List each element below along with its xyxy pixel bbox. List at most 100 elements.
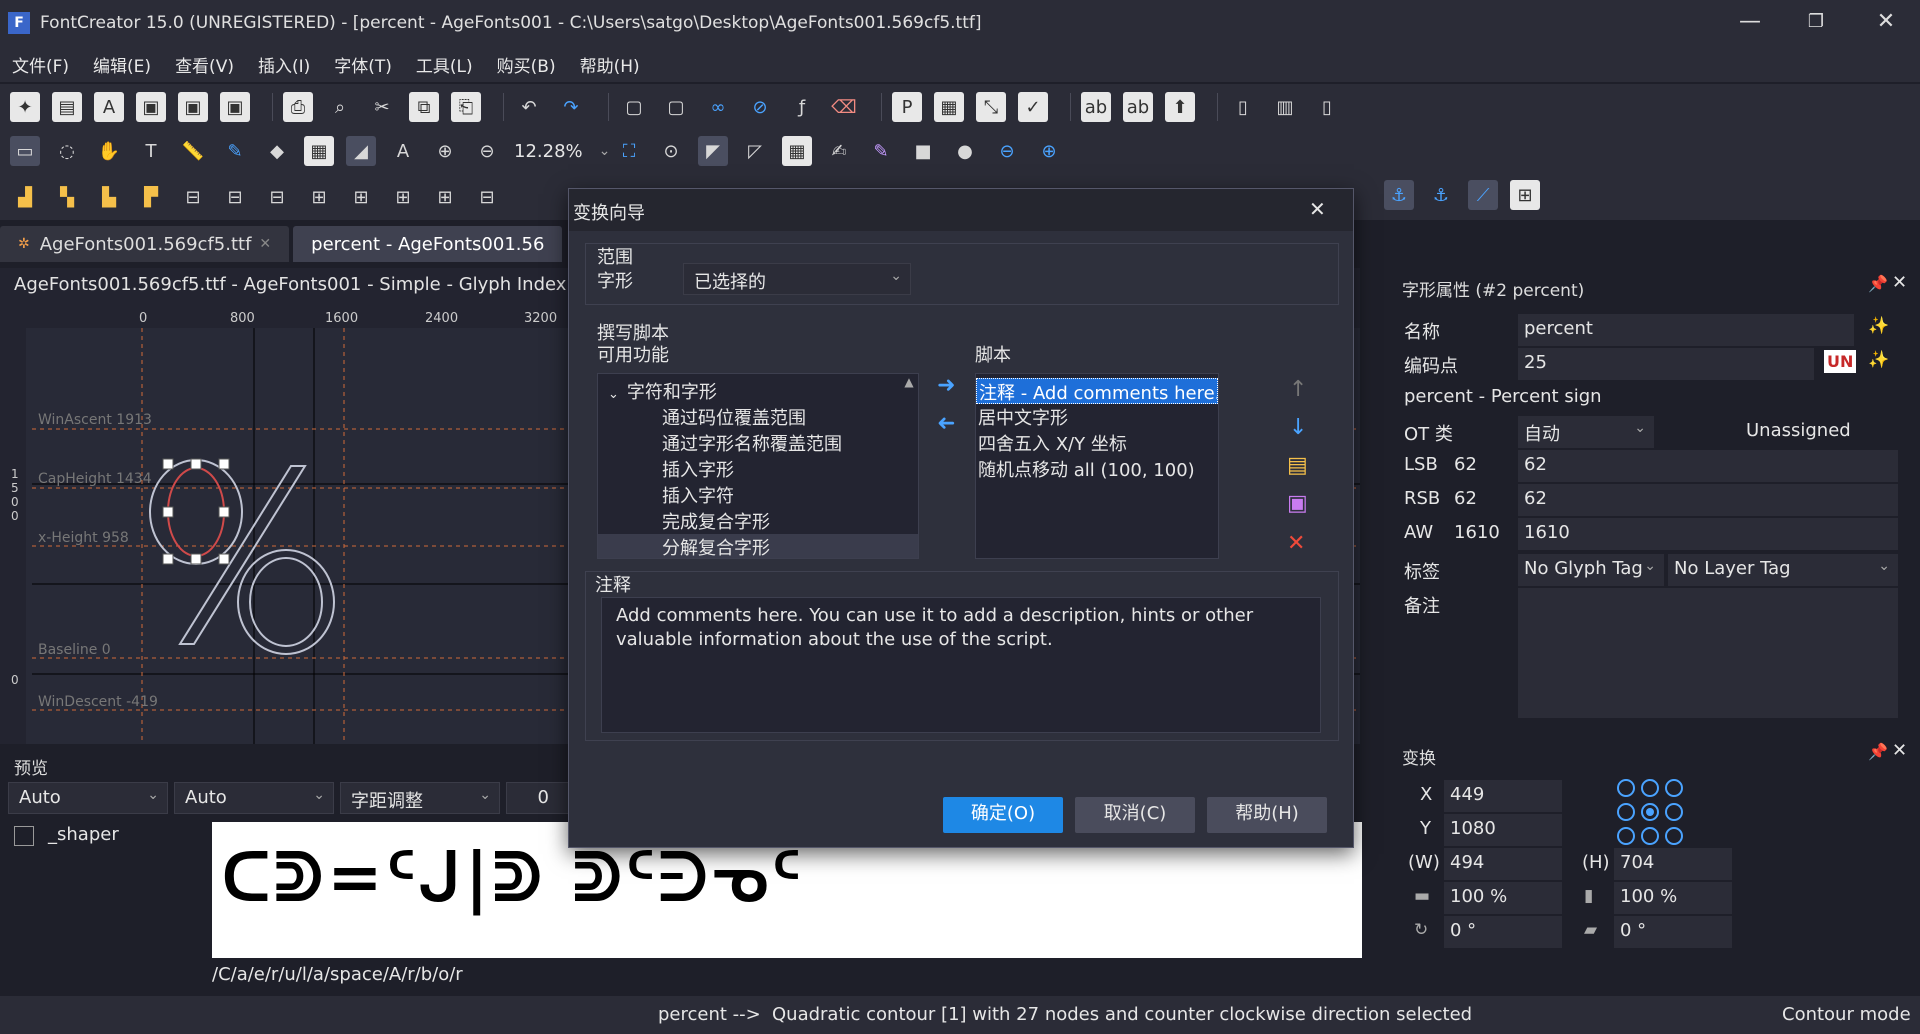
distribute-8-icon[interactable]: ⊟: [472, 182, 502, 212]
glyph-icon[interactable]: ▢: [619, 92, 649, 122]
save-script-icon[interactable]: ▣: [1287, 491, 1308, 516]
image-icon[interactable]: ▦: [934, 92, 964, 122]
save-icon[interactable]: ▣: [136, 92, 166, 122]
script-item-comment[interactable]: 注释 - Add comments here. You ca: [976, 378, 1218, 404]
anchor-icon[interactable]: ⚓: [1384, 180, 1414, 210]
new-font-icon[interactable]: ✦: [10, 92, 40, 122]
font-tool-icon[interactable]: A: [388, 136, 418, 166]
validate-icon[interactable]: ✓: [1018, 92, 1048, 122]
marker-icon[interactable]: ✎: [866, 136, 896, 166]
properties-icon[interactable]: P: [892, 92, 922, 122]
glyph-scope-combo[interactable]: 已选择的 ⌄: [683, 263, 911, 295]
shaper-checkbox[interactable]: [14, 826, 34, 846]
distribute-4-icon[interactable]: ⊞: [304, 182, 334, 212]
align-4-icon[interactable]: ▛: [136, 182, 166, 212]
image-tool-icon[interactable]: ▦: [304, 136, 334, 166]
print-icon[interactable]: ⎙: [283, 92, 313, 122]
zoom-in-icon[interactable]: ⊕: [430, 136, 460, 166]
lasso-tool-icon[interactable]: ◌: [52, 136, 82, 166]
x-field[interactable]: 449: [1444, 780, 1562, 812]
find-icon[interactable]: ⌕: [325, 92, 355, 122]
fill-tool-icon[interactable]: ◆: [262, 136, 292, 166]
transform-icon[interactable]: ⤡: [976, 92, 1006, 122]
anchor-lock-icon[interactable]: ⚓: [1426, 180, 1456, 210]
save-all-icon[interactable]: ▣: [178, 92, 208, 122]
tree-item-insert-glyph[interactable]: 插入字形: [598, 456, 918, 482]
preview-input[interactable]: /C/a/e/r/u/l/a/space/A/r/b/o/r: [212, 964, 463, 985]
paste-icon[interactable]: ⎗: [451, 92, 481, 122]
align-icon[interactable]: ▟: [10, 182, 40, 212]
move-up-icon[interactable]: ↑: [1289, 377, 1307, 402]
arrow-left-icon[interactable]: ⊖: [992, 136, 1022, 166]
pin-icon[interactable]: 📌: [1868, 742, 1888, 761]
tab-font[interactable]: ✲ AgeFonts001.569cf5.ttf ✕: [0, 226, 290, 262]
menu-insert[interactable]: 插入(I): [258, 52, 310, 77]
hand-tool-icon[interactable]: ✋: [94, 136, 124, 166]
scale-x-field[interactable]: 100 %: [1444, 882, 1562, 914]
tab-glyph[interactable]: percent - AgeFonts001.56: [293, 226, 563, 262]
delete-icon[interactable]: ✕: [1287, 531, 1305, 556]
shape-tool-icon[interactable]: ◢: [346, 136, 376, 166]
copy-icon[interactable]: ⧉: [409, 92, 439, 122]
close-transform-icon[interactable]: ✕: [1892, 740, 1907, 761]
distribute-3-icon[interactable]: ⊟: [262, 182, 292, 212]
menu-edit[interactable]: 编辑(E): [93, 52, 151, 77]
menu-help[interactable]: 帮助(H): [580, 52, 640, 77]
close-icon[interactable]: ✕: [259, 236, 271, 252]
table-icon[interactable]: ▥: [1270, 92, 1300, 122]
tree-item-insert-character[interactable]: 插入字符: [598, 482, 918, 508]
available-functions-tree[interactable]: ⌄ 字符和字形 通过码位覆盖范围 通过字形名称覆盖范围 插入字形 插入字符 完成复…: [597, 373, 919, 559]
zoom-combo[interactable]: 12.28% ⌄: [514, 136, 614, 166]
script-item-random-move[interactable]: 随机点移动 all (100, 100): [976, 456, 1218, 482]
rotate-field[interactable]: 0 °: [1444, 916, 1562, 948]
unlink-icon[interactable]: ⊘: [745, 92, 775, 122]
dialog-close-icon[interactable]: ✕: [1309, 197, 1326, 221]
help-button[interactable]: 帮助(H): [1207, 797, 1327, 833]
select-tool-icon[interactable]: ▭: [10, 136, 40, 166]
undo-icon[interactable]: ↶: [514, 92, 544, 122]
h-field[interactable]: 704: [1614, 848, 1732, 880]
ruler-tool-icon[interactable]: 📏: [178, 136, 208, 166]
open-folder-icon[interactable]: ▤: [1287, 453, 1308, 478]
tree-item-by-codepoint[interactable]: 通过码位覆盖范围: [598, 404, 918, 430]
menu-font[interactable]: 字体(T): [334, 52, 392, 77]
zoom-selection-icon[interactable]: ⊙: [656, 136, 686, 166]
add-arrow-icon[interactable]: ➜: [937, 373, 955, 398]
pin-icon[interactable]: 📌: [1868, 274, 1888, 293]
spell-icon[interactable]: ab: [1081, 92, 1111, 122]
ellipse-icon[interactable]: ●: [950, 136, 980, 166]
text-tool-icon[interactable]: T: [136, 136, 166, 166]
remove-arrow-icon[interactable]: ➜: [937, 411, 955, 436]
ok-button[interactable]: 确定(O): [943, 797, 1063, 833]
fit-icon[interactable]: ⛶: [614, 136, 644, 166]
distribute-7-icon[interactable]: ⊞: [430, 182, 460, 212]
cut-icon[interactable]: ✂: [367, 92, 397, 122]
glyph-tag-combo[interactable]: No Glyph Tag ⌄: [1518, 554, 1664, 586]
unicode-icon[interactable]: UN: [1824, 350, 1857, 373]
rectangle-icon[interactable]: ■: [908, 136, 938, 166]
scale-y-field[interactable]: 100 %: [1614, 882, 1732, 914]
tree-item-complete-composite[interactable]: 完成复合字形: [598, 508, 918, 534]
align-3-icon[interactable]: ▙: [94, 182, 124, 212]
grid-icon[interactable]: ⊞: [1510, 180, 1540, 210]
link-icon[interactable]: ∞: [703, 92, 733, 122]
script-item-center-glyph[interactable]: 居中文字形: [976, 404, 1218, 430]
triangle-tool-icon[interactable]: ◤: [698, 136, 728, 166]
tree-scrollbar[interactable]: ▲: [901, 375, 917, 557]
tree-item-characters-glyphs[interactable]: ⌄ 字符和字形: [598, 378, 918, 404]
menu-file[interactable]: 文件(F): [12, 52, 69, 77]
layer-tag-combo[interactable]: No Layer Tag ⌄: [1668, 554, 1898, 586]
ot-class-combo[interactable]: 自动 ⌄: [1518, 416, 1654, 448]
close-props-icon[interactable]: ✕: [1892, 272, 1907, 293]
distribute-6-icon[interactable]: ⊞: [388, 182, 418, 212]
eraser-icon[interactable]: ⌫: [829, 92, 859, 122]
menu-tools[interactable]: 工具(L): [416, 52, 473, 77]
w-field[interactable]: 494: [1444, 848, 1562, 880]
y-field[interactable]: 1080: [1444, 814, 1562, 846]
document-icon[interactable]: ▯: [1228, 92, 1258, 122]
export-icon[interactable]: ▯: [1312, 92, 1342, 122]
arrow-right-icon[interactable]: ⊕: [1034, 136, 1064, 166]
preview-combo-2[interactable]: Auto ⌄: [174, 782, 334, 814]
save-as-icon[interactable]: ▣: [220, 92, 250, 122]
note-field[interactable]: [1518, 588, 1898, 718]
